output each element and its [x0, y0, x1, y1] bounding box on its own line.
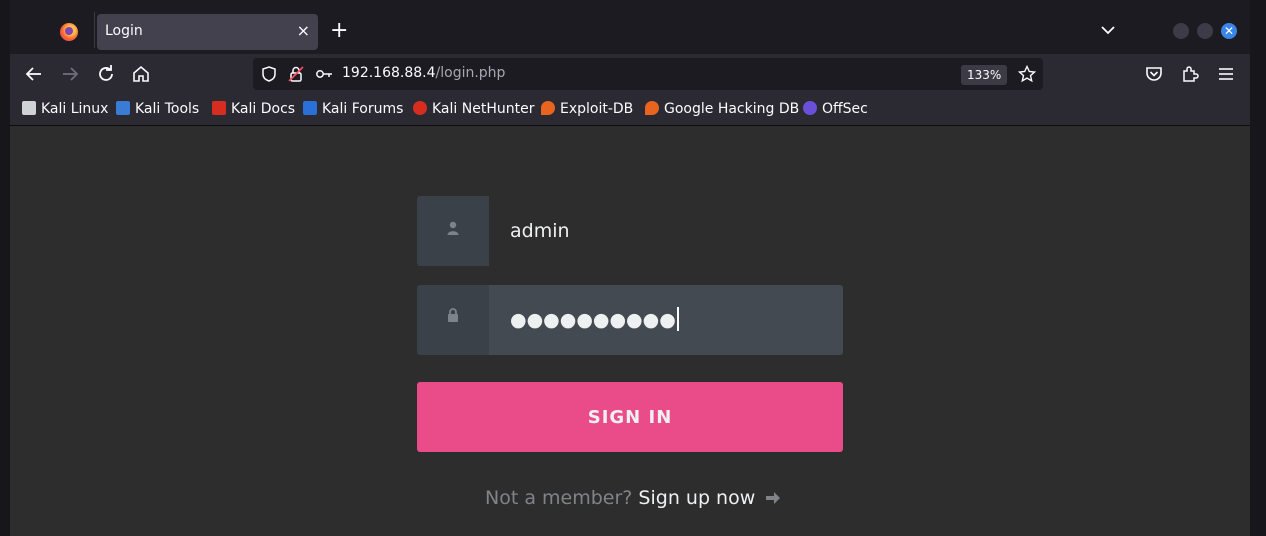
text-caret [676, 307, 679, 331]
password-icon-box [417, 285, 489, 355]
bookmark-offsec[interactable]: OffSec [803, 101, 868, 117]
bookmark-kali-tools[interactable]: Kali Tools [116, 101, 199, 117]
password-input[interactable]: ●●●●●●●●●● [489, 285, 843, 355]
new-tab-button[interactable]: + [330, 20, 348, 42]
zoom-indicator[interactable]: 133% [961, 65, 1008, 85]
bookmark-label: Kali Linux [41, 101, 109, 117]
offsec-icon [803, 101, 817, 115]
not-member-text: Not a member? [485, 487, 633, 509]
sign-up-link[interactable]: Sign up now [638, 487, 755, 509]
desktop-edge-right [1250, 0, 1266, 536]
bookmarks-toolbar: Kali Linux Kali Tools Kali Docs Kali For… [10, 94, 1250, 126]
sign-in-button[interactable]: SIGN IN [417, 382, 843, 452]
bookmark-kali-docs[interactable]: Kali Docs [212, 101, 295, 117]
bookmark-label: Kali Tools [135, 101, 200, 117]
extensions-icon[interactable] [1178, 62, 1202, 86]
minimize-button[interactable] [1173, 23, 1189, 39]
maximize-button[interactable] [1197, 23, 1213, 39]
tab-separator [94, 12, 95, 48]
forward-arrow-icon[interactable] [58, 62, 82, 86]
firefox-icon[interactable] [60, 23, 78, 41]
bookmark-kali-nethunter[interactable]: Kali NetHunter [413, 101, 534, 117]
password-mask: ●●●●●●●●●● [510, 309, 676, 331]
login-page: ●●●●●●●●●● SIGN IN Not a member? Sign up… [10, 126, 1250, 536]
exploit-db-icon [541, 101, 555, 115]
kali-dragon-icon [22, 101, 36, 115]
url-text[interactable]: 192.168.88.4/login.php [342, 65, 505, 81]
kali-forums-icon [303, 101, 317, 115]
signup-prompt: Not a member? Sign up now [485, 487, 781, 509]
pocket-icon[interactable] [1142, 62, 1166, 86]
url-host: 192.168.88.4 [342, 65, 436, 81]
desktop-edge [0, 0, 10, 536]
key-icon[interactable] [314, 64, 334, 84]
chevron-down-icon[interactable] [1099, 21, 1117, 39]
close-tab-icon[interactable]: × [297, 21, 310, 41]
browser-window: Login × + ✕ 192.168.88.4/login.php 133% … [10, 8, 1250, 536]
address-bar[interactable]: 192.168.88.4/login.php 133% [253, 58, 1043, 90]
menu-icon[interactable] [1214, 62, 1238, 86]
bookmark-label: Google Hacking DB [664, 101, 800, 117]
tab-strip: Login × + ✕ [10, 8, 1250, 54]
tab-login[interactable]: Login × [97, 14, 318, 50]
url-path: /login.php [435, 65, 506, 81]
bookmark-label: OffSec [822, 101, 868, 117]
home-icon[interactable] [129, 62, 153, 86]
bookmark-label: Kali NetHunter [432, 101, 535, 117]
kali-docs-icon [212, 101, 226, 115]
navigation-toolbar: 192.168.88.4/login.php 133% [10, 54, 1250, 94]
kali-nethunter-icon [413, 101, 427, 115]
username-icon-box [417, 196, 489, 266]
ghdb-icon [645, 101, 659, 115]
bookmark-label: Kali Forums [322, 101, 404, 117]
arrow-right-icon[interactable] [765, 491, 781, 505]
user-icon [447, 221, 459, 235]
star-bookmark-icon[interactable] [1017, 64, 1037, 84]
bookmark-kali-forums[interactable]: Kali Forums [303, 101, 403, 117]
kali-tools-icon [116, 101, 130, 115]
password-field: ●●●●●●●●●● [417, 285, 843, 355]
username-field [417, 196, 843, 266]
bookmark-label: Kali Docs [231, 101, 296, 117]
reload-icon[interactable] [94, 62, 118, 86]
username-input[interactable] [489, 196, 843, 266]
bookmark-exploit-db[interactable]: Exploit-DB [541, 101, 633, 117]
shield-icon[interactable] [259, 64, 279, 84]
close-window-button[interactable]: ✕ [1221, 23, 1237, 39]
tab-title: Login [105, 23, 143, 39]
bookmark-kali-linux[interactable]: Kali Linux [22, 101, 108, 117]
lock-icon [448, 308, 458, 322]
insecure-lock-icon[interactable] [286, 64, 306, 84]
back-arrow-icon[interactable] [22, 62, 46, 86]
bookmark-google-hacking-db[interactable]: Google Hacking DB [645, 101, 799, 117]
bookmark-label: Exploit-DB [560, 101, 634, 117]
